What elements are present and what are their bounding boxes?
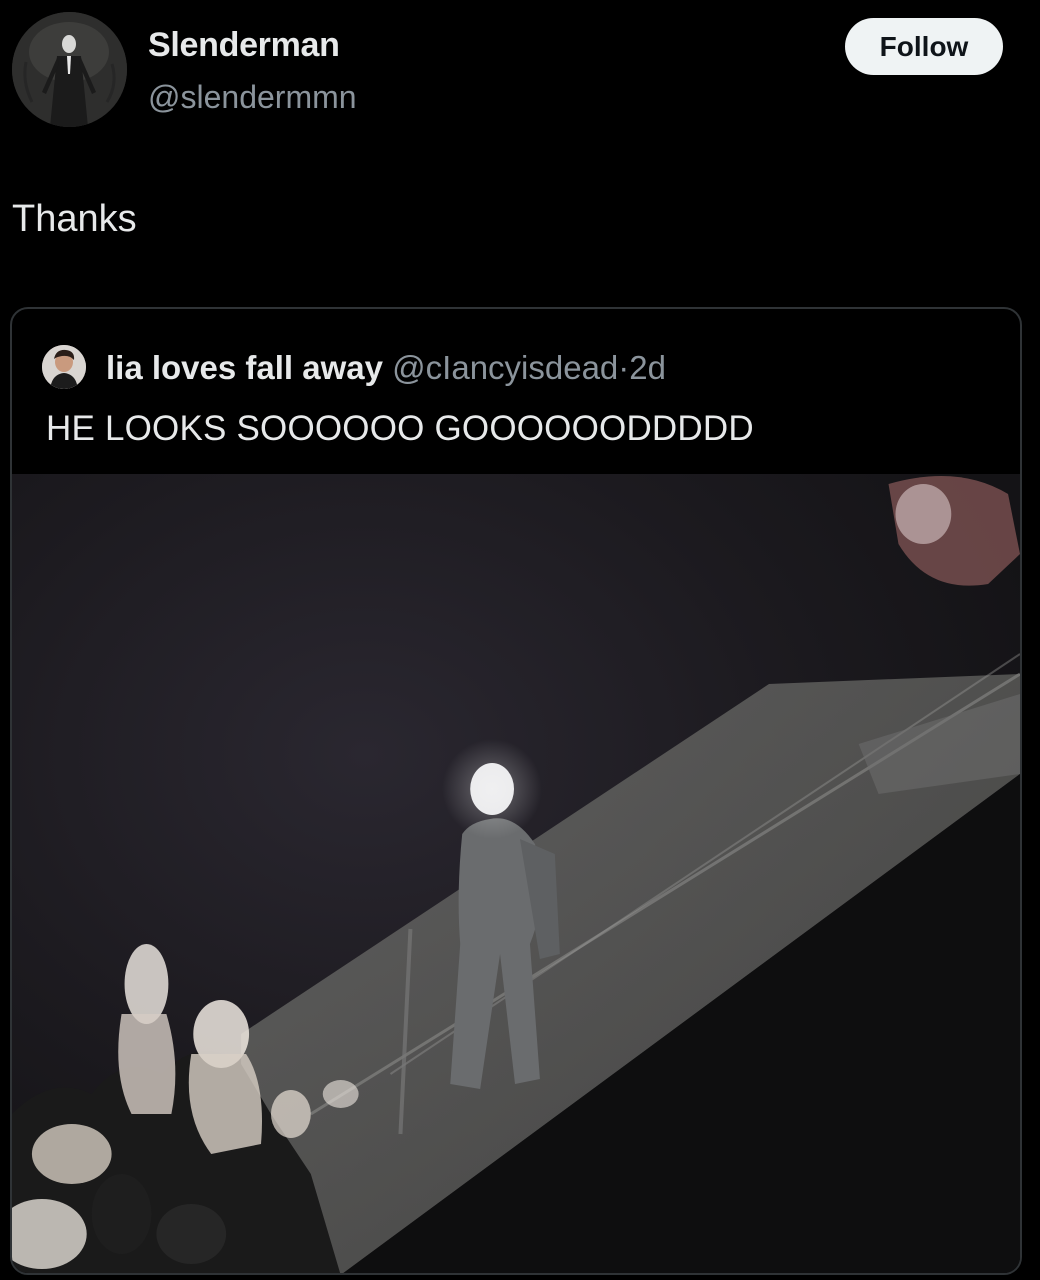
- quoted-meta: lia loves fall away @cIancyisdead·2d: [106, 349, 666, 387]
- quoted-avatar-icon: [42, 345, 86, 389]
- follow-button[interactable]: Follow: [845, 18, 1003, 75]
- quoted-display-name[interactable]: lia loves fall away: [106, 349, 383, 386]
- quoted-media[interactable]: [12, 474, 1020, 1273]
- quoted-handle[interactable]: @cIancyisdead: [392, 349, 618, 386]
- quoted-tweet-card[interactable]: lia loves fall away @cIancyisdead·2d HE …: [10, 307, 1022, 1275]
- slenderman-avatar-icon: [12, 12, 127, 127]
- author-display-name[interactable]: Slenderman: [148, 26, 340, 65]
- tweet-text: Thanks: [12, 198, 137, 240]
- quoted-timestamp[interactable]: 2d: [629, 349, 666, 386]
- concert-video-still-icon: [12, 474, 1020, 1273]
- tweet-header: Slenderman @slendermmn Follow: [0, 0, 1040, 150]
- author-avatar[interactable]: [12, 12, 127, 127]
- quoted-text: HE LOOKS SOOOOOO GOOOOOODDDDD: [46, 409, 754, 448]
- quoted-separator: ·: [618, 349, 630, 386]
- quoted-tweet-header: lia loves fall away @cIancyisdead·2d HE …: [12, 309, 1020, 474]
- quoted-author-avatar[interactable]: [42, 345, 86, 389]
- author-handle[interactable]: @slendermmn: [148, 79, 357, 116]
